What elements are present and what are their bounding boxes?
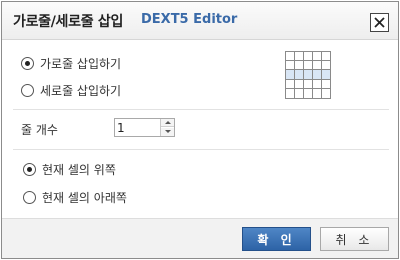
stepper-buttons (160, 119, 174, 136)
section-divider (13, 109, 389, 110)
editor-brand-label: DEXT5 Editor (141, 12, 238, 27)
radio-label-above: 현재 셀의 위쪽 (42, 162, 116, 177)
table-row-insert-preview-icon (285, 51, 331, 99)
stepper-down-icon[interactable] (161, 128, 174, 136)
cancel-button[interactable]: 취 소 (320, 227, 389, 251)
radio-insert-column[interactable]: 세로줄 삽입하기 (21, 82, 121, 98)
radio-label-insert-column: 세로줄 삽입하기 (40, 83, 122, 98)
radio-button-checked[interactable] (23, 162, 36, 176)
row-count-label: 줄 개수 (21, 123, 58, 137)
row-count-input[interactable]: 1 (117, 121, 125, 135)
close-button[interactable] (370, 13, 389, 32)
insert-row-column-dialog: 가로줄/세로줄 삽입 DEXT5 Editor 가로줄 삽입하기 세로줄 삽입하… (1, 1, 399, 259)
ok-button[interactable]: 확 인 (242, 227, 311, 251)
radio-insert-row[interactable]: 가로줄 삽입하기 (21, 55, 121, 71)
stepper-up-icon[interactable] (161, 119, 174, 127)
close-icon (374, 17, 385, 28)
radio-button-checked[interactable] (21, 56, 34, 70)
radio-below-current-cell[interactable]: 현재 셀의 아래쪽 (23, 189, 127, 205)
radio-button[interactable] (23, 190, 36, 204)
radio-label-insert-row: 가로줄 삽입하기 (40, 56, 122, 71)
dialog-titlebar: 가로줄/세로줄 삽입 DEXT5 Editor (2, 2, 398, 40)
section-divider (13, 149, 389, 150)
radio-button[interactable] (21, 83, 34, 97)
row-count-stepper[interactable]: 1 (114, 118, 175, 137)
radio-above-current-cell[interactable]: 현재 셀의 위쪽 (23, 161, 116, 177)
dialog-title: 가로줄/세로줄 삽입 (13, 14, 124, 30)
dialog-footer: 확 인 취 소 (2, 218, 398, 258)
radio-label-below: 현재 셀의 아래쪽 (42, 190, 127, 205)
